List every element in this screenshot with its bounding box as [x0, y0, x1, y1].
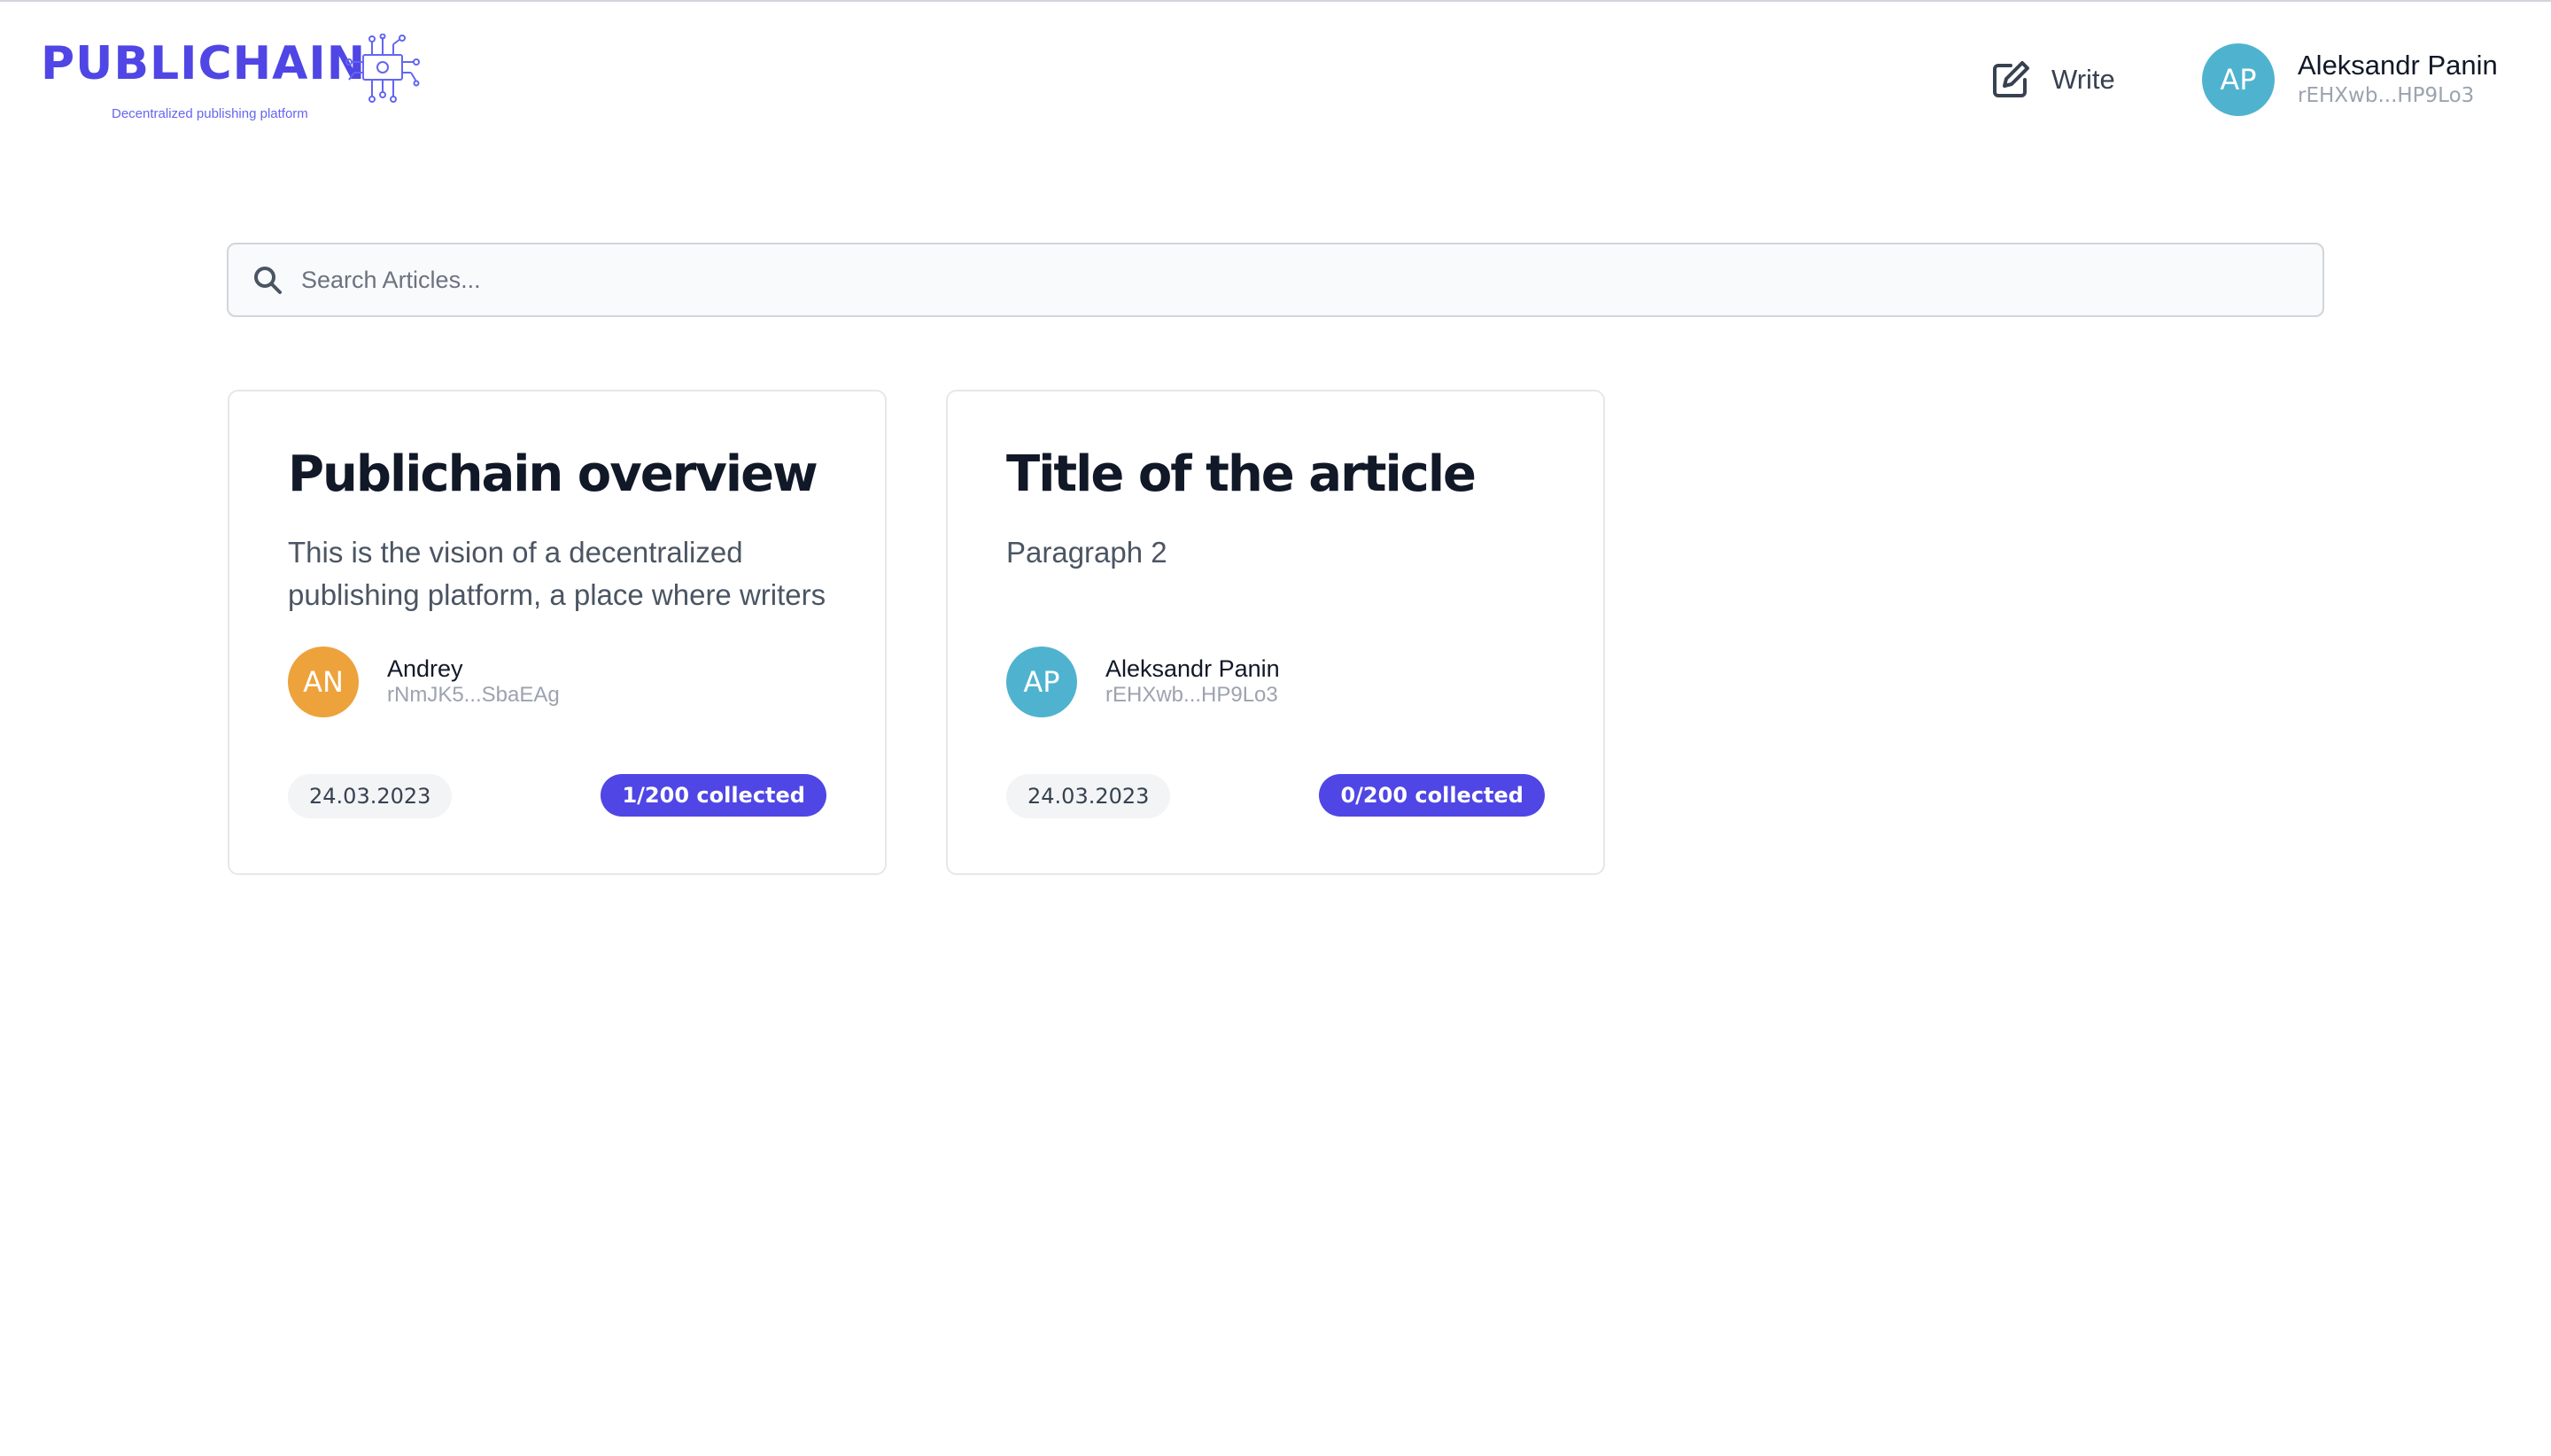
search-icon	[254, 267, 282, 294]
brand-name: PUBLICHAIN	[41, 37, 367, 90]
write-button[interactable]: Write	[1989, 57, 2115, 103]
article-title[interactable]: Title of the article	[1006, 450, 1545, 500]
author-info: Andrey rNmJK5...SbaEAg	[387, 655, 560, 709]
article-author[interactable]: AN Andrey rNmJK5...SbaEAg	[288, 647, 560, 717]
article-excerpt: This is the vision of a decentralized pu…	[288, 536, 826, 611]
article-card[interactable]: Publichain overview This is the vision o…	[228, 390, 887, 875]
search-bar	[227, 243, 2324, 317]
circuit-icon	[345, 34, 420, 103]
site-header: PUBLICHAIN Decentralized publishing plat…	[0, 0, 2551, 151]
avatar: AP	[1006, 647, 1077, 717]
article-card[interactable]: Title of the article Paragraph 2 AP Alek…	[946, 390, 1605, 875]
edit-icon	[1993, 61, 2029, 97]
author-name: Andrey	[387, 655, 463, 682]
avatar: AP	[2202, 43, 2275, 116]
avatar-initials: AP	[2220, 63, 2257, 97]
search-input[interactable]	[301, 266, 2250, 294]
brand-logo[interactable]: PUBLICHAIN Decentralized publishing plat…	[41, 34, 422, 131]
article-excerpt: Paragraph 2	[1006, 536, 1167, 569]
article-author[interactable]: AP Aleksandr Panin rEHXwb...HP9Lo3	[1006, 647, 1280, 717]
user-address: rEHXwb...HP9Lo3	[2298, 84, 2475, 107]
avatar-initials: AN	[303, 665, 344, 699]
author-address: rNmJK5...SbaEAg	[387, 683, 560, 707]
date-badge: 24.03.2023	[288, 774, 453, 818]
write-label: Write	[2051, 64, 2115, 95]
user-info: Aleksandr Panin rEHXwb...HP9Lo3	[2298, 50, 2498, 110]
avatar-initials: AP	[1023, 665, 1060, 699]
collected-badge: 1/200 collected	[601, 774, 826, 817]
collected-badge: 0/200 collected	[1319, 774, 1545, 817]
user-name: Aleksandr Panin	[2298, 50, 2498, 81]
article-title[interactable]: Publichain overview	[288, 450, 826, 500]
author-name: Aleksandr Panin	[1105, 655, 1280, 682]
user-menu[interactable]: AP Aleksandr Panin rEHXwb...HP9Lo3	[2202, 43, 2498, 117]
author-info: Aleksandr Panin rEHXwb...HP9Lo3	[1105, 655, 1280, 709]
avatar: AN	[288, 647, 359, 717]
date-badge: 24.03.2023	[1006, 774, 1171, 818]
brand-tagline: Decentralized publishing platform	[112, 106, 308, 121]
author-address: rEHXwb...HP9Lo3	[1105, 683, 1278, 707]
